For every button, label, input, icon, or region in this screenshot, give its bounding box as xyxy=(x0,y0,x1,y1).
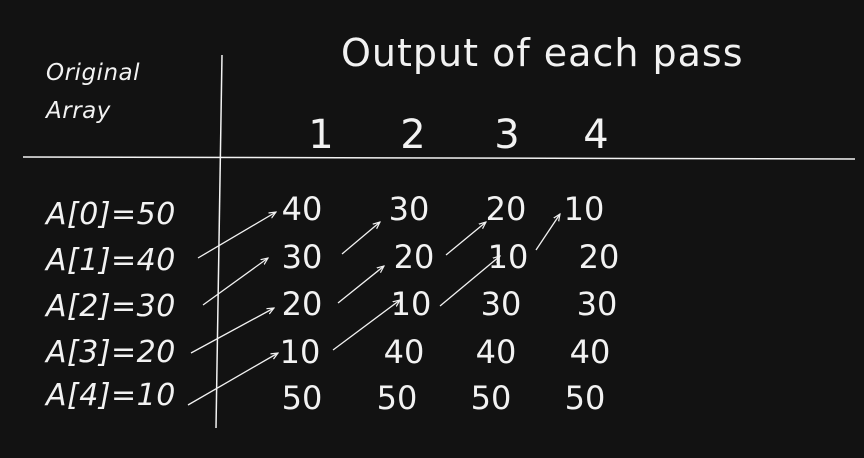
pass-cell: 20 xyxy=(393,238,435,276)
pass-cell: 30 xyxy=(281,238,323,276)
pass-cell: 30 xyxy=(480,285,522,323)
header-divider xyxy=(22,156,856,160)
array-element-label: A[0]=50 xyxy=(46,197,176,232)
pass-number: 3 xyxy=(494,112,520,158)
pass-cell: 10 xyxy=(279,333,321,371)
array-element-label: A[2]=30 xyxy=(46,289,176,324)
pass-cell: 20 xyxy=(281,285,323,323)
swap-arrow xyxy=(187,353,278,406)
pass-cell: 50 xyxy=(281,379,323,417)
pass-number: 1 xyxy=(308,112,334,158)
column-divider xyxy=(215,54,223,429)
bubble-sort-diagram: Original Array Output of each pass 1 2 3… xyxy=(0,0,864,458)
pass-cell: 30 xyxy=(388,190,430,228)
pass-cell: 20 xyxy=(578,238,620,276)
pass-cell: 50 xyxy=(470,379,512,417)
pass-cell: 10 xyxy=(563,190,605,228)
swap-arrow xyxy=(337,266,384,304)
pass-cell: 30 xyxy=(576,285,618,323)
array-element-label: A[1]=40 xyxy=(46,243,176,278)
pass-number: 4 xyxy=(583,112,609,158)
swap-arrow xyxy=(202,258,268,306)
swap-arrow xyxy=(341,222,380,255)
pass-cell: 20 xyxy=(485,190,527,228)
pass-cell: 40 xyxy=(569,333,611,371)
swap-arrow xyxy=(197,212,276,259)
swap-arrow xyxy=(190,308,274,354)
pass-cell: 50 xyxy=(376,379,418,417)
original-array-header-line2: Array xyxy=(46,98,111,124)
pass-cell: 10 xyxy=(487,238,529,276)
original-array-header: Original xyxy=(46,60,141,86)
pass-cell: 10 xyxy=(390,285,432,323)
pass-cell: 50 xyxy=(564,379,606,417)
array-element-label: A[3]=20 xyxy=(46,335,176,370)
array-element-label: A[4]=10 xyxy=(46,378,176,413)
diagram-title: Output of each pass xyxy=(341,31,744,75)
pass-number: 2 xyxy=(400,112,426,158)
pass-cell: 40 xyxy=(281,190,323,228)
pass-cell: 40 xyxy=(475,333,517,371)
pass-cell: 40 xyxy=(383,333,425,371)
